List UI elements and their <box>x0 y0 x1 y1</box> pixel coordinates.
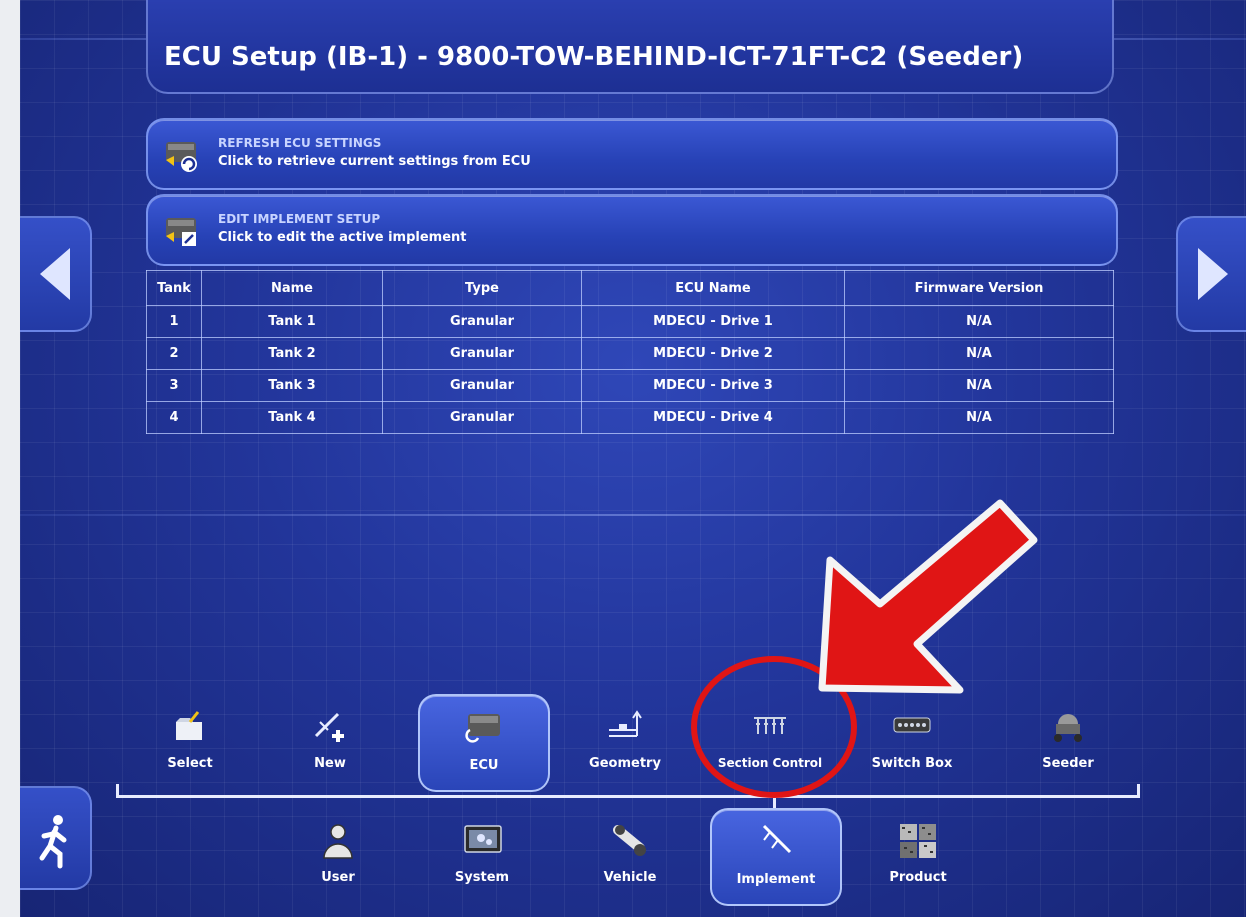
new-implement-icon <box>314 712 344 742</box>
name-cell: Tank 3 <box>201 369 383 402</box>
implement-label: Implement <box>736 872 816 887</box>
ecu-name-cell: MDECU - Drive 3 <box>581 369 845 402</box>
edit-implement-heading: EDIT IMPLEMENT SETUP <box>218 212 381 226</box>
next-page-button[interactable] <box>1176 216 1246 332</box>
name-cell: Tank 4 <box>201 401 383 434</box>
running-man-icon <box>39 815 67 869</box>
user-button[interactable]: User <box>278 812 398 902</box>
type-cell: Granular <box>382 337 582 370</box>
toolbar-bracket-right <box>1137 784 1140 798</box>
firmware-cell: N/A <box>844 401 1114 434</box>
arrow-left-icon <box>40 248 70 300</box>
system-icon <box>464 825 502 853</box>
section-control-label: Section Control <box>717 756 823 770</box>
section-control-button[interactable]: Section Control <box>710 698 830 788</box>
product-button[interactable]: Product <box>858 812 978 902</box>
table-row[interactable]: 4 Tank 4 Granular MDECU - Drive 4 N/A <box>146 401 1114 434</box>
type-cell: Granular <box>382 401 582 434</box>
seeder-label: Seeder <box>1042 756 1094 771</box>
geometry-button[interactable]: Geometry <box>565 698 685 788</box>
select-button[interactable]: Select <box>130 698 250 788</box>
edit-implement-icon <box>166 218 196 246</box>
column-header: Type <box>382 270 582 306</box>
toolbar-bracket-center <box>773 795 776 809</box>
refresh-ecu-description: Click to retrieve current settings from … <box>218 154 531 169</box>
refresh-ecu-settings-button[interactable]: REFRESH ECU SETTINGS Click to retrieve c… <box>146 118 1118 190</box>
firmware-cell: N/A <box>844 369 1114 402</box>
user-icon <box>323 824 353 859</box>
type-cell: Granular <box>382 305 582 338</box>
column-header: ECU Name <box>581 270 845 306</box>
type-cell: Granular <box>382 369 582 402</box>
tank-cell: 2 <box>146 337 202 370</box>
ecu-setup-screen: ECU Setup (IB-1) - 9800-TOW-BEHIND-ICT-7… <box>20 0 1246 917</box>
table-row[interactable]: 3 Tank 3 Granular MDECU - Drive 3 N/A <box>146 369 1114 402</box>
new-button[interactable]: New <box>270 698 390 788</box>
tank-cell: 3 <box>146 369 202 402</box>
system-button[interactable]: System <box>422 812 542 902</box>
ecu-name-cell: MDECU - Drive 2 <box>581 337 845 370</box>
toolbar-bracket-left <box>116 784 119 798</box>
page-title: ECU Setup (IB-1) - 9800-TOW-BEHIND-ICT-7… <box>164 42 1024 72</box>
new-label: New <box>314 756 346 771</box>
geometry-label: Geometry <box>589 756 661 771</box>
ecu-label: ECU <box>469 758 499 773</box>
firmware-cell: N/A <box>844 305 1114 338</box>
title-bar: ECU Setup (IB-1) - 9800-TOW-BEHIND-ICT-7… <box>146 0 1114 94</box>
seeder-button[interactable]: Seeder <box>1008 698 1128 788</box>
table-row[interactable]: 2 Tank 2 Granular MDECU - Drive 2 N/A <box>146 337 1114 370</box>
ecu-name-cell: MDECU - Drive 1 <box>581 305 845 338</box>
column-header: Firmware Version <box>844 270 1114 306</box>
name-cell: Tank 1 <box>201 305 383 338</box>
exit-button[interactable] <box>20 786 92 890</box>
vehicle-icon <box>613 825 646 856</box>
mid-divider <box>20 514 1246 516</box>
ecu-button[interactable]: ECU <box>418 694 550 792</box>
edit-implement-description: Click to edit the active implement <box>218 230 467 245</box>
vehicle-button[interactable]: Vehicle <box>570 812 690 902</box>
vehicle-label: Vehicle <box>603 870 657 885</box>
system-label: System <box>454 870 510 885</box>
refresh-ecu-icon <box>166 142 197 172</box>
ecu-icon <box>465 714 500 743</box>
switch-box-label: Switch Box <box>871 756 953 771</box>
switch-box-button[interactable]: Switch Box <box>852 698 972 788</box>
arrow-right-icon <box>1198 248 1228 300</box>
edit-implement-setup-button[interactable]: EDIT IMPLEMENT SETUP Click to edit the a… <box>146 194 1118 266</box>
implement-button[interactable]: Implement <box>710 808 842 906</box>
section-control-icon <box>754 717 786 734</box>
firmware-cell: N/A <box>844 337 1114 370</box>
tank-cell: 1 <box>146 305 202 338</box>
table-header-row: Tank Name Type ECU Name Firmware Version <box>146 270 1114 306</box>
ecu-name-cell: MDECU - Drive 4 <box>581 401 845 434</box>
previous-page-button[interactable] <box>20 216 92 332</box>
ecu-table: Tank Name Type ECU Name Firmware Version… <box>146 270 1114 434</box>
geometry-icon <box>609 710 642 737</box>
name-cell: Tank 2 <box>201 337 383 370</box>
select-label: Select <box>167 756 213 771</box>
implement-icon <box>762 824 792 854</box>
tank-cell: 4 <box>146 401 202 434</box>
column-header: Tank <box>146 270 202 306</box>
seeder-icon <box>1054 714 1082 742</box>
product-icon <box>900 824 936 858</box>
table-row[interactable]: 1 Tank 1 Granular MDECU - Drive 1 N/A <box>146 305 1114 338</box>
column-header: Name <box>201 270 383 306</box>
switch-box-icon <box>893 717 931 733</box>
user-label: User <box>321 870 355 885</box>
folder-icon <box>176 711 202 740</box>
product-label: Product <box>889 870 947 885</box>
refresh-ecu-heading: REFRESH ECU SETTINGS <box>218 136 382 150</box>
toolbar-bracket <box>116 795 1140 798</box>
